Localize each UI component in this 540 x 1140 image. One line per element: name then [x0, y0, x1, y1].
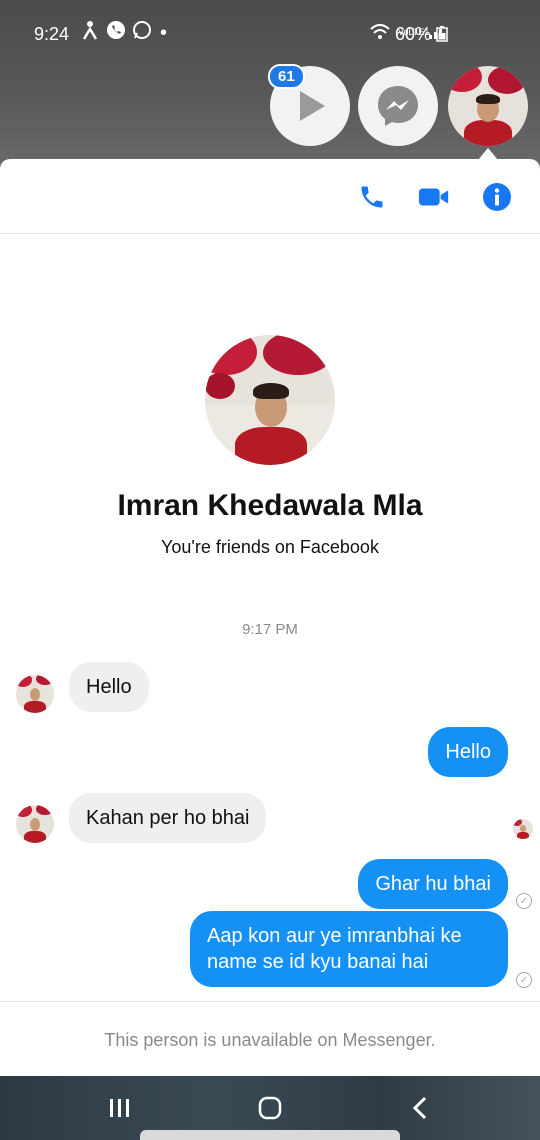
unavailable-notice: This person is unavailable on Messenger.	[104, 1030, 436, 1050]
sent-check-icon: ✓	[516, 972, 532, 988]
video-camera-icon[interactable]	[418, 181, 450, 213]
video-play-icon	[300, 91, 325, 121]
person-walk-icon	[80, 20, 100, 40]
back-button[interactable]	[400, 1090, 440, 1126]
status-bar: 9:24 • VoLTE1 60%	[0, 0, 540, 64]
battery-percent: 60%	[394, 24, 431, 44]
phone-icon[interactable]	[356, 181, 388, 213]
phone-call-icon	[106, 20, 126, 40]
wifi-icon	[370, 24, 390, 39]
sender-avatar[interactable]	[16, 805, 54, 843]
contact-name: Imran Khedawala Mla	[117, 489, 423, 522]
notification-icons	[80, 20, 152, 40]
sent-check-icon: ✓	[516, 893, 532, 909]
composer-disabled-bar: This person is unavailable on Messenger.	[0, 1001, 540, 1077]
notification-badge: 61	[268, 64, 305, 89]
recent-apps-button[interactable]	[100, 1090, 140, 1126]
message-bubble-outgoing[interactable]: Hello	[428, 727, 508, 777]
dot-icon: •	[160, 22, 168, 44]
info-icon[interactable]	[481, 181, 513, 213]
battery-icon	[436, 26, 448, 42]
chat-head-messenger[interactable]	[358, 66, 438, 146]
message-timestamp: 9:17 PM	[242, 621, 298, 638]
profile-avatar[interactable]	[205, 335, 335, 465]
message-bubble-outgoing[interactable]: Aap kon aur ye imranbhai ke name se id k…	[190, 911, 508, 987]
conversation-panel: Imran Khedawala Mla You're friends on Fa…	[0, 159, 540, 1076]
home-button[interactable]	[250, 1090, 290, 1126]
message-bubble-incoming[interactable]: Hello	[69, 662, 149, 712]
contact-avatar	[448, 66, 528, 146]
message-bubble-outgoing[interactable]: Ghar hu bhai	[358, 859, 508, 909]
battery-level: 60%	[395, 24, 448, 45]
message-bubble-incoming[interactable]: Kahan per ho bhai	[69, 793, 267, 843]
chat-head-avatar[interactable]	[448, 66, 528, 146]
whatsapp-icon	[132, 20, 152, 40]
conversation-header	[0, 159, 540, 234]
status-time: 9:24	[34, 24, 70, 44]
friends-status: You're friends on Facebook	[161, 537, 379, 557]
gesture-handle[interactable]	[140, 1130, 400, 1140]
sender-avatar[interactable]	[16, 675, 54, 713]
seen-indicator-avatar	[513, 819, 533, 839]
messenger-icon	[378, 86, 418, 126]
